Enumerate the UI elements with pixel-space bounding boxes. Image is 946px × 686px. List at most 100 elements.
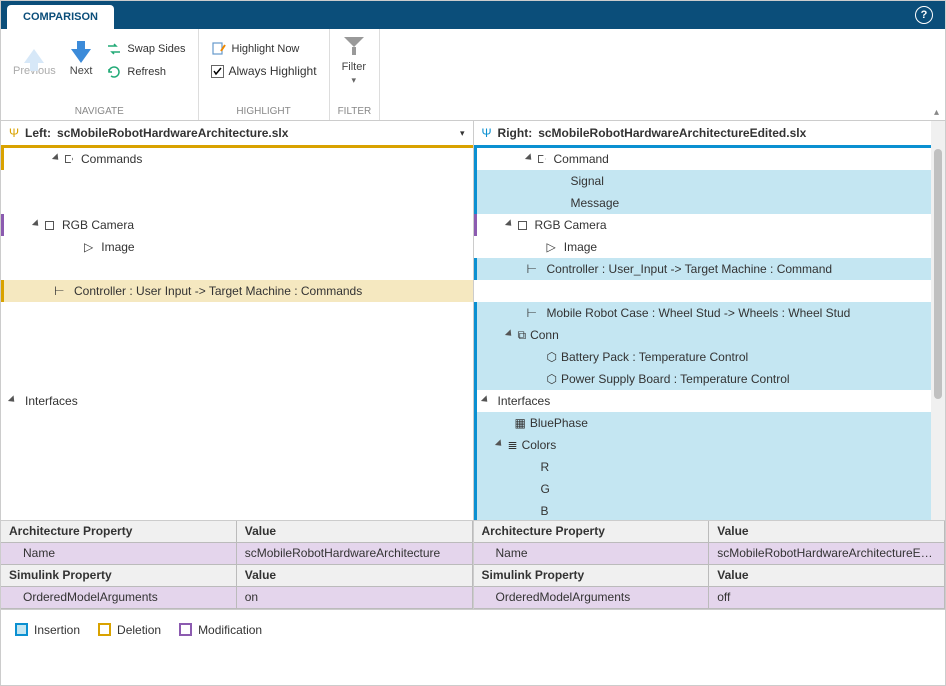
filter-icon — [345, 37, 363, 57]
legend: Insertion Deletion Modification — [1, 610, 945, 648]
left-panel-header[interactable]: Ψ Left: scMobileRobotHardwareArchitectur… — [1, 121, 473, 145]
tree-row-interfaces[interactable]: Interfaces — [474, 390, 946, 412]
next-button[interactable]: Next — [66, 33, 97, 81]
tree-row-colors[interactable]: ≣ Colors — [474, 434, 946, 456]
swatch-insertion — [15, 623, 28, 636]
swatch-modification — [179, 623, 192, 636]
left-filename: scMobileRobotHardwareArchitecture.slx — [57, 126, 454, 140]
conn-icon: ⧉ — [518, 328, 527, 343]
tree-row-g[interactable]: G — [474, 478, 946, 500]
dropdown-icon[interactable]: ▾ — [460, 128, 465, 139]
right-filename: scMobileRobotHardwareArchitectureEdited.… — [538, 126, 926, 140]
tree-row-power[interactable]: ⬡ Power Supply Board : Temperature Contr… — [474, 368, 946, 390]
list-icon: ≣ — [508, 438, 518, 452]
tree-row — [1, 192, 473, 214]
tree-row-b[interactable]: B — [474, 500, 946, 520]
help-icon[interactable]: ? — [915, 6, 933, 24]
right-prefix: Right: — [498, 126, 533, 140]
highlight-now-icon — [211, 41, 227, 57]
refresh-icon — [106, 64, 122, 80]
scrollbar[interactable] — [931, 121, 945, 520]
tab-comparison[interactable]: COMPARISON — [7, 5, 114, 29]
tree-row-image[interactable]: ▷Image — [1, 236, 473, 258]
hex-icon: ⬡ — [547, 372, 557, 386]
link-icon — [54, 284, 66, 298]
tree-row — [1, 302, 473, 324]
arrow-down-icon — [71, 49, 91, 63]
tree-row-controller[interactable]: Controller : User_Input -> Target Machin… — [474, 258, 946, 280]
arch-name-label[interactable]: Name — [1, 543, 237, 564]
checkbox-icon — [211, 65, 224, 78]
arch-name-label[interactable]: Name — [474, 543, 710, 564]
right-tree[interactable]: Command Signal Message RGB Camera ▷Image… — [474, 148, 946, 520]
left-panel: Ψ Left: scMobileRobotHardwareArchitectur… — [1, 121, 474, 520]
tree-row-interfaces[interactable]: Interfaces — [1, 390, 473, 412]
group-label-filter: FILTER — [338, 103, 372, 120]
swap-icon — [106, 41, 122, 57]
port-out-icon — [538, 155, 546, 163]
tree-row-bluephase[interactable]: ▦ BluePhase — [474, 412, 946, 434]
tree-row-command[interactable]: Command — [474, 148, 946, 170]
left-arch-table: Architecture PropertyValue NamescMobileR… — [1, 521, 474, 609]
previous-button[interactable]: Previous — [9, 33, 60, 81]
sim-oma-label[interactable]: OrderedModelArguments — [1, 587, 237, 608]
refresh-button[interactable]: Refresh — [102, 62, 189, 82]
right-panel-header[interactable]: Ψ Right: scMobileRobotHardwareArchitectu… — [474, 121, 946, 145]
left-tree[interactable]: Commands RGB Camera ▷Image Controller : … — [1, 148, 473, 520]
port-out-icon — [74, 243, 80, 251]
tree-row-conn[interactable]: ⧉ Conn — [474, 324, 946, 346]
fork-icon: Ψ — [9, 126, 19, 140]
tree-row-battery[interactable]: ⬡ Battery Pack : Temperature Control — [474, 346, 946, 368]
group-label-navigate: NAVIGATE — [9, 103, 190, 120]
tree-row-commands[interactable]: Commands — [1, 148, 473, 170]
right-arch-table: Architecture PropertyValue NamescMobileR… — [474, 521, 946, 609]
ribbon-group-navigate: Previous Next Swap Sides Refresh NAVIGAT… — [1, 29, 199, 120]
fork-icon: Ψ — [482, 126, 492, 140]
right-panel: Ψ Right: scMobileRobotHardwareArchitectu… — [474, 121, 946, 520]
sim-oma-value[interactable]: on — [237, 587, 473, 608]
legend-modification: Modification — [179, 621, 262, 637]
ribbon: Previous Next Swap Sides Refresh NAVIGAT… — [1, 29, 945, 121]
swap-sides-button[interactable]: Swap Sides — [102, 39, 189, 59]
ribbon-group-highlight: Highlight Now Always Highlight HIGHLIGHT — [199, 29, 330, 120]
always-highlight-checkbox[interactable]: Always Highlight — [207, 62, 321, 80]
sim-oma-label[interactable]: OrderedModelArguments — [474, 587, 710, 608]
arrow-up-icon — [24, 49, 44, 63]
tree-row-rgb[interactable]: RGB Camera — [1, 214, 473, 236]
sim-header-val: Value — [237, 565, 473, 586]
tree-row-signal[interactable]: Signal — [474, 170, 946, 192]
sim-oma-value[interactable]: off — [709, 587, 945, 608]
collapse-ribbon-icon[interactable]: ▴ — [934, 107, 939, 118]
block-icon — [45, 221, 54, 230]
tree-row-rgb[interactable]: RGB Camera — [474, 214, 946, 236]
scrollbar-thumb[interactable] — [934, 149, 942, 399]
left-prefix: Left: — [25, 126, 51, 140]
tree-row-image[interactable]: ▷Image — [474, 236, 946, 258]
tree-row-message[interactable]: Message — [474, 192, 946, 214]
comparison-panels: Ψ Left: scMobileRobotHardwareArchitectur… — [1, 121, 945, 521]
arch-header-prop: Architecture Property — [474, 521, 710, 542]
legend-insertion: Insertion — [15, 621, 80, 637]
arch-header-prop: Architecture Property — [1, 521, 237, 542]
tree-row-controller[interactable]: Controller : User Input -> Target Machin… — [1, 280, 473, 302]
tree-row-mobile[interactable]: Mobile Robot Case : Wheel Stud -> Wheels… — [474, 302, 946, 324]
interface-icon: ▦ — [515, 416, 526, 430]
arch-name-value[interactable]: scMobileRobotHardwareArchitecture — [237, 543, 473, 564]
legend-deletion: Deletion — [98, 621, 161, 637]
group-label-highlight: HIGHLIGHT — [207, 103, 321, 120]
highlight-now-button[interactable]: Highlight Now — [207, 39, 321, 59]
link-icon — [527, 306, 539, 320]
arch-header-val: Value — [237, 521, 473, 542]
tree-row — [1, 346, 473, 368]
block-icon — [518, 221, 527, 230]
link-icon — [527, 262, 539, 276]
tree-row — [1, 170, 473, 192]
arch-header-val: Value — [709, 521, 945, 542]
port-out-icon — [65, 155, 73, 163]
tree-row — [474, 280, 946, 302]
tree-row-r[interactable]: R — [474, 456, 946, 478]
arch-name-value[interactable]: scMobileRobotHardwareArchitectureEdit... — [709, 543, 945, 564]
property-tables: Architecture PropertyValue NamescMobileR… — [1, 521, 945, 609]
hex-icon: ⬡ — [547, 350, 557, 364]
filter-button[interactable]: Filter ▾ — [338, 33, 370, 90]
